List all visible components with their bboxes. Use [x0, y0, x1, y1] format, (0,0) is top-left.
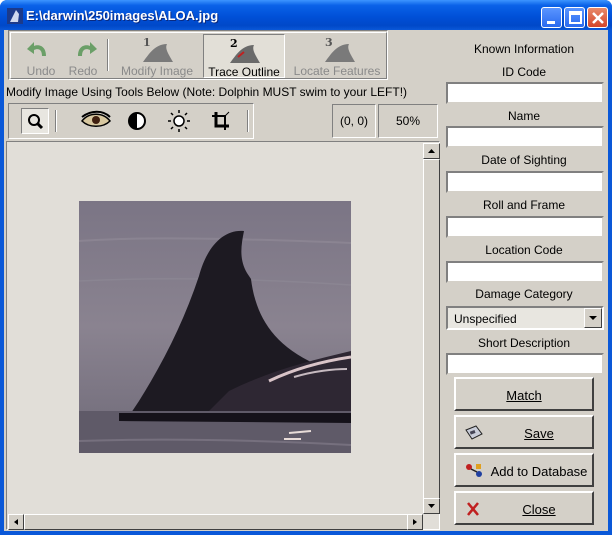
locate-features-button[interactable]: 3 Locate Features: [289, 34, 385, 78]
close-x-icon: [467, 502, 479, 516]
zoom-readout: 50%: [378, 104, 438, 138]
redo-button[interactable]: Redo: [63, 34, 103, 78]
scroll-down-button[interactable]: [423, 498, 440, 514]
id-code-field[interactable]: [446, 82, 604, 104]
match-button[interactable]: Match: [454, 377, 594, 411]
trace-step-number: 2: [230, 37, 238, 50]
damage-category-select[interactable]: Unspecified: [446, 306, 604, 330]
panel-header: Known Information: [473, 42, 575, 56]
magnify-icon: [28, 114, 44, 130]
brightness-icon: [168, 110, 190, 132]
scroll-right-button[interactable]: [407, 514, 423, 530]
locate-step-number: 3: [325, 36, 333, 49]
arrow-right-icon: [413, 519, 417, 525]
minimize-icon: [547, 21, 555, 24]
vertical-scroll-thumb[interactable]: [423, 159, 440, 499]
close-button[interactable]: Close: [454, 491, 594, 525]
fin-modify-icon: 1: [143, 36, 173, 62]
add-to-database-button[interactable]: Add to Database: [454, 453, 594, 487]
save-button[interactable]: Save: [454, 415, 594, 449]
tools-separator: [55, 110, 57, 132]
main-toolbar: Undo Redo 1 Modify Image 2 Trace Outline…: [8, 30, 388, 80]
darwin-fin-app-icon: [7, 8, 23, 24]
fin-locate-icon: 3: [325, 36, 355, 62]
image-canvas[interactable]: [6, 141, 440, 530]
close-label: Close: [522, 502, 556, 517]
arrow-left-icon: [14, 519, 18, 525]
disk-icon: [465, 425, 483, 440]
add-to-database-label: Add to Database: [490, 464, 588, 479]
coordinate-readout: (0, 0): [332, 104, 376, 138]
contrast-tool-button[interactable]: [123, 108, 151, 134]
modify-image-label: Modify Image: [120, 64, 194, 78]
name-label: Name: [507, 109, 540, 123]
app-window: E:\darwin\250images\ALOA.jpg Undo Redo 1…: [0, 0, 612, 535]
name-field[interactable]: [446, 126, 604, 148]
redo-label: Redo: [68, 64, 98, 78]
modify-image-button[interactable]: 1 Modify Image: [115, 34, 199, 78]
add-database-icon: [466, 464, 482, 477]
maximize-icon: [569, 11, 582, 24]
damage-dropdown-button[interactable]: [584, 308, 602, 328]
damage-category-label: Damage Category: [475, 287, 573, 301]
trace-outline-label: Trace Outline: [208, 65, 280, 79]
arrow-up-icon: [428, 149, 435, 153]
image-tools-toolbar: [8, 103, 254, 139]
short-description-label: Short Description: [477, 336, 571, 350]
tools-separator: [247, 110, 249, 132]
magnify-tool-button[interactable]: [21, 108, 49, 134]
location-code-field[interactable]: [446, 261, 604, 283]
id-code-label: ID Code: [501, 65, 547, 79]
eye-tool-button[interactable]: [79, 108, 113, 134]
undo-label: Undo: [26, 64, 56, 78]
scroll-left-button[interactable]: [8, 514, 24, 530]
damage-category-value: Unspecified: [454, 312, 517, 326]
eye-icon: [81, 110, 111, 127]
match-label: Match: [506, 388, 542, 403]
known-information-panel: Known Information ID Code Name Date of S…: [444, 30, 608, 531]
title-bar[interactable]: E:\darwin\250images\ALOA.jpg: [0, 0, 612, 30]
save-label: Save: [524, 426, 554, 441]
date-of-sighting-label: Date of Sighting: [481, 153, 567, 167]
window-title: E:\darwin\250images\ALOA.jpg: [26, 8, 219, 23]
undo-button[interactable]: Undo: [21, 34, 61, 78]
fin-trace-icon: 2: [230, 37, 260, 63]
undo-icon: [27, 42, 46, 56]
chevron-down-icon: [589, 316, 597, 320]
toolbar-separator: [107, 39, 109, 71]
crop-tool-button[interactable]: [207, 108, 235, 134]
redo-icon: [78, 42, 97, 56]
scroll-up-button[interactable]: [423, 143, 440, 159]
location-code-label: Location Code: [485, 243, 563, 257]
vertical-scrollbar[interactable]: [423, 143, 440, 514]
horizontal-scroll-thumb[interactable]: [24, 514, 408, 530]
maximize-button[interactable]: [564, 7, 585, 28]
client-area: Undo Redo 1 Modify Image 2 Trace Outline…: [4, 30, 608, 531]
locate-features-label: Locate Features: [293, 64, 381, 78]
short-description-field[interactable]: [446, 353, 604, 375]
date-of-sighting-field[interactable]: [446, 171, 604, 193]
arrow-down-icon: [428, 504, 435, 508]
horizontal-scrollbar[interactable]: [8, 514, 423, 530]
modify-step-number: 1: [143, 36, 151, 49]
crop-icon: [212, 111, 230, 130]
contrast-icon: [128, 112, 146, 130]
dolphin-fin-photo: [79, 201, 351, 453]
close-window-button[interactable]: [587, 7, 608, 28]
brightness-tool-button[interactable]: [165, 108, 193, 134]
instruction-text: Modify Image Using Tools Below (Note: Do…: [6, 85, 408, 99]
close-icon: [592, 12, 604, 24]
roll-and-frame-field[interactable]: [446, 216, 604, 238]
roll-and-frame-label: Roll and Frame: [482, 198, 566, 212]
trace-outline-button[interactable]: 2 Trace Outline: [203, 34, 285, 79]
minimize-button[interactable]: [541, 7, 562, 28]
